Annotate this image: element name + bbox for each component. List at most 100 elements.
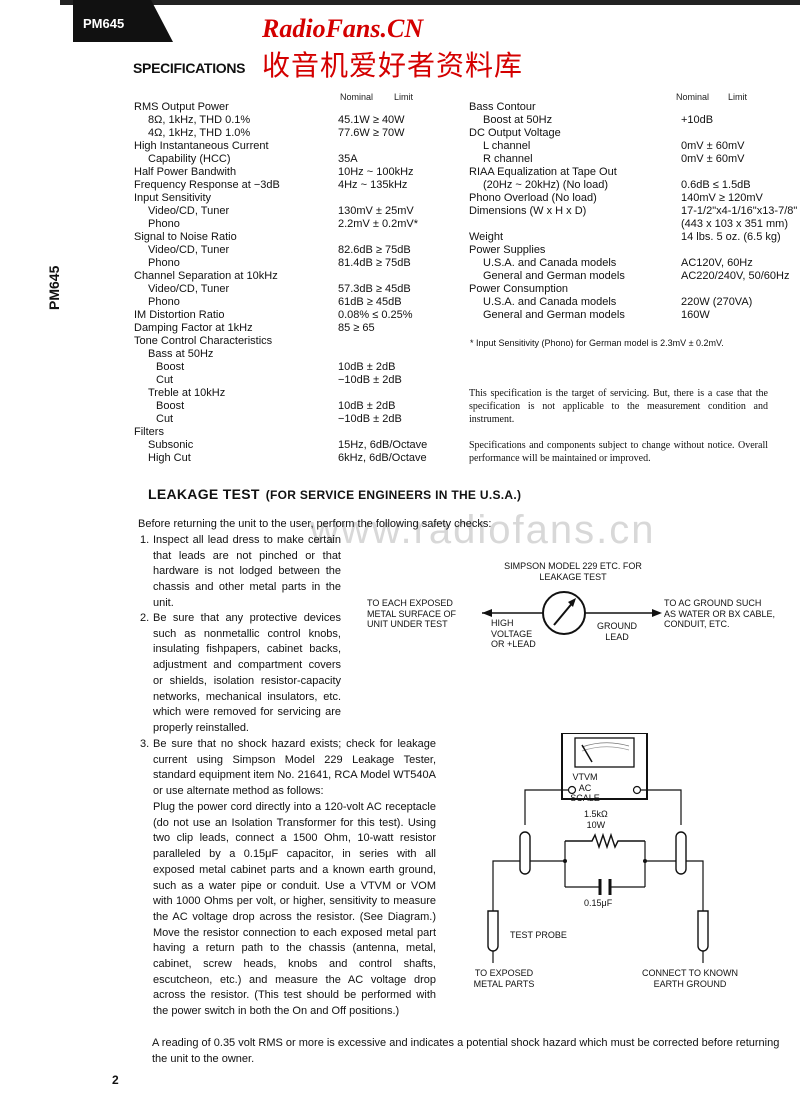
tester-title-l2: LEAKAGE TEST: [539, 571, 607, 582]
page-number: 2: [112, 1073, 119, 1087]
right-col-nominal: Nominal: [676, 92, 710, 102]
ground-probe-icon: [697, 910, 709, 952]
item-1-text: Inspect all lead dress to make certain t…: [153, 534, 341, 609]
spec-value: 10Hz ~ 100kHz: [338, 166, 414, 178]
spec-label: Video/CD, Tuner: [148, 244, 230, 256]
resistor-label: 1.5kΩ 10W: [584, 809, 608, 830]
spec-value: 14 lbs. 5 oz. (6.5 kg): [681, 231, 781, 243]
spec-value: 2.2mV ± 0.2mV*: [338, 218, 419, 230]
spec-label: 8Ω, 1kHz, THD 0.1%: [148, 114, 251, 126]
spec-label: Video/CD, Tuner: [148, 205, 230, 217]
spec-label: Capability (HCC): [148, 153, 231, 165]
spec-label: Boost: [156, 361, 185, 373]
tester-right-l1: TO AC GROUND SUCH: [664, 598, 762, 608]
spec-label: U.S.A. and Canada models: [483, 296, 617, 308]
spec-label: High Instantaneous Current: [134, 140, 269, 152]
side-model-label: PM645: [46, 265, 62, 310]
item-3-number: 3.: [140, 738, 150, 750]
earth-l2: EARTH GROUND: [653, 978, 727, 989]
test-probe-label: TEST PROBE: [510, 930, 567, 940]
right-clip-icon: [675, 831, 687, 875]
spec-label: Input Sensitivity: [134, 192, 212, 204]
left-arrowhead-icon: [482, 609, 492, 617]
spec-value: 220W (270VA): [681, 296, 753, 308]
spec-value: 17-1/2"x4-1/16"x13-7/8": [681, 205, 798, 217]
spec-value: 57.3dB ≥ 45dB: [338, 283, 411, 295]
spec-label: Phono: [148, 296, 180, 308]
spec-label: RMS Output Power: [134, 101, 229, 113]
right-terminal-icon: [632, 785, 642, 795]
spec-value: 6kHz, 6dB/Octave: [338, 452, 427, 464]
spec-label: Power Supplies: [469, 244, 546, 256]
spec-label: Bass at 50Hz: [148, 348, 214, 360]
tester-left-l2: METAL SURFACE OF: [367, 608, 457, 619]
spec-label: Phono Overload (No load): [469, 192, 597, 204]
spec-label: Phono: [148, 257, 180, 269]
model-tab-label: PM645: [83, 16, 125, 31]
left-col-limit: Limit: [394, 92, 414, 102]
spec-value: AC120V, 60Hz: [681, 257, 753, 269]
spec-label: Phono: [148, 218, 180, 230]
item-2-text: Be sure that any protective devices such…: [153, 612, 341, 734]
spec-value: 4Hz ~ 135kHz: [338, 179, 408, 191]
leakage-title-text: LEAKAGE TEST: [148, 486, 260, 502]
capacitor-label: 0.15μF: [584, 898, 613, 908]
spec-value: 140mV ≥ 120mV: [681, 192, 763, 204]
spec-label: DC Output Voltage: [469, 127, 561, 139]
spec-value: 0mV ± 60mV: [681, 153, 745, 165]
spec-label: Cut: [156, 413, 174, 425]
spec-value: 15Hz, 6dB/Octave: [338, 439, 428, 451]
vtvm-dial-window: [574, 737, 635, 768]
resistor-wattage: 10W: [586, 819, 606, 830]
leakage-title: LEAKAGE TEST (FOR SERVICE ENGINEERS IN TH…: [148, 486, 521, 502]
spec-label: Signal to Noise Ratio: [134, 231, 237, 243]
spec-label: Video/CD, Tuner: [148, 283, 230, 295]
spec-label: Frequency Response at −3dB: [134, 179, 280, 191]
watermark-cn: 收音机爱好者资料库: [262, 50, 524, 81]
earth-ground-label: CONNECT TO KNOWN EARTH GROUND: [634, 968, 746, 989]
spec-label: Power Consumption: [469, 283, 569, 295]
tester-left-l3: UNIT UNDER TEST: [367, 619, 448, 629]
spec-value: 0mV ± 60mV: [681, 140, 745, 152]
spec-value: 0.08% ≤ 0.25%: [338, 309, 413, 321]
tester-left-label: TO EACH EXPOSED METAL SURFACE OF UNIT UN…: [367, 598, 456, 630]
spec-value: 61dB ≥ 45dB: [338, 296, 402, 308]
spec-value: AC220/240V, 50/60Hz: [681, 270, 790, 282]
item-3-text-a: Be sure that no shock hazard exists; che…: [153, 738, 436, 798]
spec-label: Treble at 10kHz: [148, 387, 226, 399]
servicing-note: This specification is the target of serv…: [469, 388, 768, 425]
spec-label: R channel: [483, 153, 533, 165]
change-note: Specifications and components subject to…: [469, 440, 768, 464]
spec-value: 77.6W ≥ 70W: [338, 127, 405, 139]
specifications-title: SPECIFICATIONS: [133, 60, 246, 76]
spec-label: IM Distortion Ratio: [134, 309, 225, 321]
exposed-l2: METAL PARTS: [473, 978, 535, 989]
vtvm-label-l2: AC SCALE: [570, 782, 600, 804]
check-item-3: 3. Be sure that no shock hazard exists; c…: [140, 737, 436, 800]
spec-label: Boost: [156, 400, 185, 412]
spec-label: General and German models: [483, 270, 625, 282]
spec-label: Subsonic: [148, 439, 194, 451]
spec-value: −10dB ± 2dB: [338, 413, 402, 425]
tester-diagram: [482, 591, 662, 635]
spec-value: 35A: [338, 153, 358, 165]
leakage-intro: Before returning the unit to the user, p…: [138, 518, 492, 530]
check-item-3-method: Plug the power cord directly into a 120-…: [153, 801, 436, 1018]
spec-label: Half Power Bandwith: [134, 166, 237, 178]
left-clip-icon: [519, 831, 531, 875]
spec-value: +10dB: [681, 114, 714, 126]
spec-value: 10dB ± 2dB: [338, 400, 396, 412]
tester-right-l2: AS WATER OR BX CABLE,: [664, 608, 776, 619]
exposed-l1: TO EXPOSED: [474, 968, 534, 978]
item-1-number: 1.: [140, 534, 150, 546]
spec-label: General and German models: [483, 309, 625, 321]
spec-value: −10dB ± 2dB: [338, 374, 402, 386]
tester-title: SIMPSON MODEL 229 ETC. FOR LEAKAGE TEST: [494, 561, 652, 582]
resistor-icon: [565, 832, 645, 850]
spec-label: U.S.A. and Canada models: [483, 257, 617, 269]
leakage-conclusion: A reading of 0.35 volt RMS or more is ex…: [152, 1037, 780, 1065]
tester-title-l1: SIMPSON MODEL 229 ETC. FOR: [504, 561, 642, 571]
spec-value: 82.6dB ≥ 75dB: [338, 244, 411, 256]
top-rule: [60, 0, 800, 5]
spec-label: RIAA Equalization at Tape Out: [469, 166, 617, 178]
